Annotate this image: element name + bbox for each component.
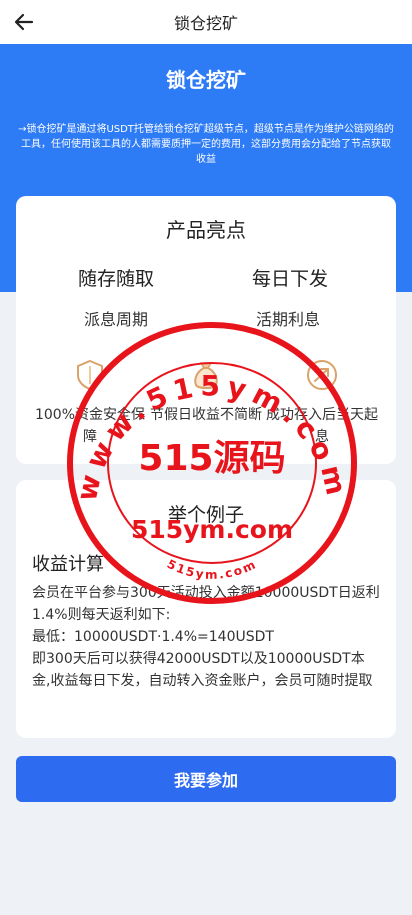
top-bar: 锁仓挖矿 bbox=[0, 0, 412, 44]
example-line: 最低：10000USDT·1.4%=140USDT bbox=[32, 629, 274, 645]
join-button[interactable]: 我要参加 bbox=[16, 756, 396, 802]
highlight-interest: 活期利息 bbox=[256, 310, 321, 329]
highlight-cycle: 派息周期 bbox=[84, 310, 149, 329]
feature-holiday: ¥ 节假日收益不简断 bbox=[146, 358, 266, 426]
feature-safe: 100%资金安全保障 bbox=[30, 358, 150, 448]
shield-icon bbox=[77, 359, 103, 391]
example-body: 会员在平台参与300天活动投入金额10000USDT日返利1.4%则每天返利如下… bbox=[32, 582, 382, 692]
feature-interest-text: 成功存入后当天起息 bbox=[266, 407, 378, 445]
example-line: 会员在平台参与300天活动投入金额10000USDT日返利1.4%则每天返利如下… bbox=[32, 585, 380, 623]
svg-text:¥: ¥ bbox=[203, 373, 210, 386]
feature-interest: 成功存入后当天起息 bbox=[262, 358, 382, 448]
highlights-title: 产品亮点 bbox=[166, 218, 246, 242]
growth-arrow-icon bbox=[307, 360, 337, 390]
feature-safe-text: 100%资金安全保障 bbox=[34, 407, 146, 445]
example-card: 举个例子 收益计算 会员在平台参与300天活动投入金额10000USDT日返利1… bbox=[16, 480, 396, 738]
money-bag-icon: ¥ bbox=[194, 362, 218, 389]
arrow-left-icon[interactable] bbox=[12, 10, 36, 34]
highlight-anytime: 随存随取 bbox=[78, 268, 155, 290]
example-subtitle: 收益计算 bbox=[32, 554, 104, 575]
hero-description: →锁仓挖矿是通过将USDT托管给锁仓挖矿超级节点，超级节点是作为维护公链网络的工… bbox=[18, 124, 394, 165]
highlights-card: 产品亮点 随存随取 每日下发 派息周期 活期利息 100%资金安全保障 ¥ 节假… bbox=[16, 196, 396, 464]
highlight-daily: 每日下发 bbox=[252, 268, 329, 290]
hero-title: 锁仓挖矿 bbox=[166, 68, 246, 92]
example-title: 举个例子 bbox=[167, 504, 244, 526]
feature-holiday-text: 节假日收益不简断 bbox=[150, 407, 262, 423]
example-line: 即300天后可以获得42000USDT以及10000USDT本金,收益每日下发，… bbox=[32, 651, 373, 689]
page-title: 锁仓挖矿 bbox=[173, 14, 238, 33]
